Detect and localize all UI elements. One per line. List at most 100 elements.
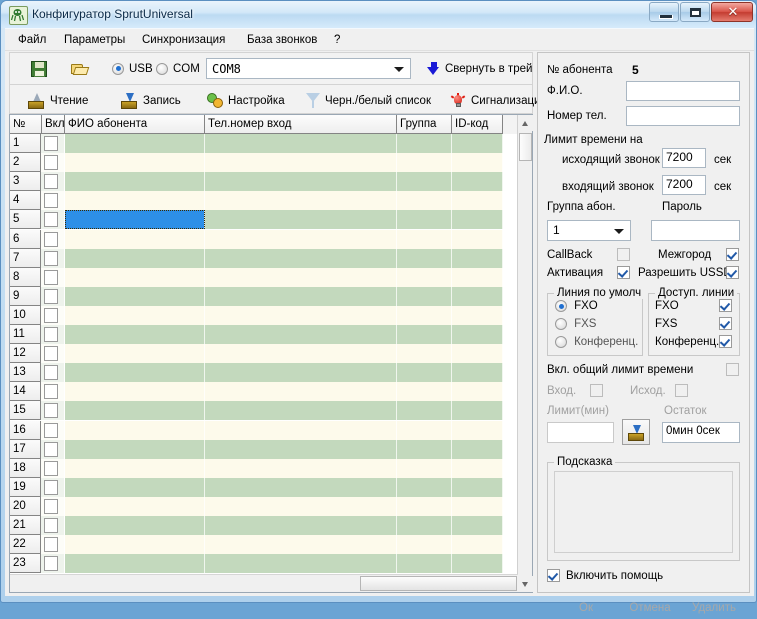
row-enable-cell[interactable] bbox=[41, 496, 64, 516]
grid-cell-id[interactable] bbox=[452, 401, 503, 421]
grid-cell-fio[interactable] bbox=[65, 439, 205, 459]
com-radio[interactable]: COM bbox=[156, 57, 200, 80]
grid-cell-id[interactable] bbox=[452, 516, 503, 536]
grid-column-header[interactable]: Группа bbox=[397, 115, 452, 134]
grid-cell-id[interactable] bbox=[452, 229, 503, 249]
table-row[interactable]: 9 bbox=[10, 286, 518, 306]
blacklist-whitelist-button[interactable]: Черн./белый список bbox=[306, 89, 431, 112]
row-enable-checkbox[interactable] bbox=[44, 403, 58, 419]
grid-cell-group[interactable] bbox=[397, 344, 452, 364]
vertical-scrollbar[interactable] bbox=[517, 115, 533, 592]
import-limit-button[interactable] bbox=[622, 419, 650, 445]
grid-cell-phone[interactable] bbox=[205, 344, 397, 364]
grid-cell-fio[interactable] bbox=[65, 382, 205, 402]
grid-cell-id[interactable] bbox=[452, 210, 503, 230]
grid-cell-id[interactable] bbox=[452, 477, 503, 497]
table-row[interactable]: 5 bbox=[10, 210, 518, 230]
grid-cell-group[interactable] bbox=[397, 477, 452, 497]
grid-cell-phone[interactable] bbox=[205, 229, 397, 249]
table-row[interactable]: 18 bbox=[10, 458, 518, 478]
limit-min-field[interactable] bbox=[547, 422, 614, 443]
grid-cell-group[interactable] bbox=[397, 363, 452, 383]
row-enable-checkbox[interactable] bbox=[44, 327, 58, 342]
table-row[interactable]: 14 bbox=[10, 382, 518, 402]
total-limit-checkbox[interactable] bbox=[726, 363, 739, 376]
intercity-checkbox[interactable] bbox=[726, 248, 739, 261]
grid-cell-fio[interactable] bbox=[65, 516, 205, 536]
hint-textarea[interactable] bbox=[554, 471, 733, 553]
row-enable-cell[interactable] bbox=[41, 477, 64, 497]
grid-cell-fio[interactable] bbox=[65, 286, 205, 306]
row-enable-checkbox[interactable] bbox=[44, 384, 58, 400]
row-enable-cell[interactable] bbox=[41, 134, 64, 154]
vertical-scroll-thumb[interactable] bbox=[519, 133, 532, 161]
row-enable-cell[interactable] bbox=[41, 286, 64, 306]
grid-cell-fio[interactable] bbox=[65, 229, 205, 249]
menu-params[interactable]: Параметры bbox=[57, 32, 132, 48]
grid-cell-phone[interactable] bbox=[205, 554, 397, 574]
grid-cell-fio[interactable] bbox=[65, 363, 205, 383]
table-row[interactable]: 13 bbox=[10, 363, 518, 383]
alarm-button[interactable]: Сигнализация bbox=[450, 89, 547, 112]
close-button[interactable]: ✕ bbox=[711, 2, 753, 22]
grid-cell-id[interactable] bbox=[452, 305, 503, 325]
grid-cell-phone[interactable] bbox=[205, 516, 397, 536]
grid-cell-id[interactable] bbox=[452, 458, 503, 478]
horizontal-scroll-thumb[interactable] bbox=[360, 576, 517, 591]
row-enable-checkbox[interactable] bbox=[44, 479, 58, 495]
grid-cell-id[interactable] bbox=[452, 134, 503, 154]
menu-sync[interactable]: Синхронизация bbox=[135, 32, 232, 48]
table-row[interactable]: 8 bbox=[10, 267, 518, 287]
grid-cell-phone[interactable] bbox=[205, 420, 397, 440]
grid-cell-phone[interactable] bbox=[205, 286, 397, 306]
available-fxo-checkbox[interactable] bbox=[719, 299, 732, 312]
row-enable-checkbox[interactable] bbox=[44, 231, 58, 247]
phone-field[interactable] bbox=[626, 106, 740, 126]
grid-cell-group[interactable] bbox=[397, 382, 452, 402]
available-conf-checkbox[interactable] bbox=[719, 335, 732, 348]
table-row[interactable]: 15 bbox=[10, 401, 518, 421]
enable-help-checkbox[interactable] bbox=[547, 569, 560, 582]
grid-cell-phone[interactable] bbox=[205, 458, 397, 478]
grid-cell-fio[interactable] bbox=[65, 554, 205, 574]
grid-cell-group[interactable] bbox=[397, 267, 452, 287]
fio-field[interactable] bbox=[626, 81, 740, 101]
grid-column-header[interactable]: № bbox=[10, 115, 42, 134]
grid-cell-fio[interactable] bbox=[65, 305, 205, 325]
grid-cell-id[interactable] bbox=[452, 382, 503, 402]
settings-button[interactable]: Настройка bbox=[207, 89, 285, 112]
row-enable-checkbox[interactable] bbox=[44, 441, 58, 457]
menu-file[interactable]: Файл bbox=[11, 32, 53, 48]
row-enable-cell[interactable] bbox=[41, 305, 64, 325]
maximize-button[interactable] bbox=[680, 2, 710, 22]
row-enable-checkbox[interactable] bbox=[44, 365, 58, 381]
table-row[interactable]: 3 bbox=[10, 172, 518, 192]
table-row[interactable]: 22 bbox=[10, 535, 518, 555]
grid-cell-phone[interactable] bbox=[205, 153, 397, 173]
table-row[interactable]: 6 bbox=[10, 229, 518, 249]
grid-column-header[interactable]: ФИО абонента bbox=[65, 115, 205, 134]
usb-radio[interactable]: USB bbox=[112, 57, 153, 80]
ok-button[interactable]: Ок bbox=[564, 598, 608, 619]
grid-cell-id[interactable] bbox=[452, 286, 503, 306]
table-row[interactable]: 19 bbox=[10, 477, 518, 497]
menu-help[interactable]: ? bbox=[327, 32, 347, 48]
table-row[interactable]: 12 bbox=[10, 344, 518, 364]
row-enable-cell[interactable] bbox=[41, 401, 64, 421]
horizontal-scrollbar[interactable] bbox=[10, 574, 518, 592]
minimize-button[interactable] bbox=[649, 2, 679, 22]
row-enable-cell[interactable] bbox=[41, 172, 64, 192]
write-button[interactable]: Запись bbox=[121, 89, 181, 112]
grid-cell-id[interactable] bbox=[452, 153, 503, 173]
grid-cell-group[interactable] bbox=[397, 229, 452, 249]
table-row[interactable]: 23 bbox=[10, 554, 518, 574]
available-fxs-checkbox[interactable] bbox=[719, 317, 732, 330]
grid-cell-fio[interactable] bbox=[65, 496, 205, 516]
grid-cell-phone[interactable] bbox=[205, 210, 397, 230]
grid-cell-fio[interactable] bbox=[65, 325, 205, 345]
table-row[interactable]: 7 bbox=[10, 248, 518, 268]
grid-cell-group[interactable] bbox=[397, 458, 452, 478]
default-line-fxo[interactable]: FXO bbox=[555, 300, 598, 313]
grid-cell-fio[interactable] bbox=[65, 191, 205, 211]
group-select[interactable]: 1 bbox=[547, 220, 631, 241]
